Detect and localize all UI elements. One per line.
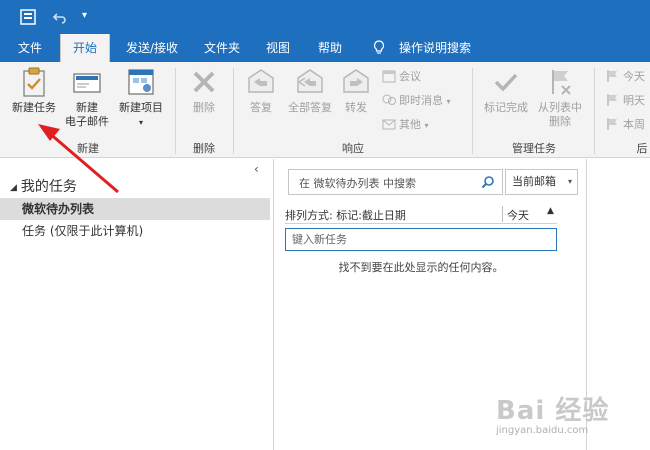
flag-icon [606, 93, 620, 107]
tab-home[interactable]: 开始 [60, 34, 110, 62]
chevron-down-icon: ▾ [424, 121, 429, 130]
watermark-brand: Bai 经验 [496, 396, 610, 426]
flag-remove-icon [544, 66, 576, 98]
search-scope-dropdown[interactable]: 当前邮箱 ▾ [505, 169, 578, 195]
chat-icon [382, 93, 396, 107]
new-task-input[interactable]: 键入新任务 [285, 228, 557, 251]
followup-tomorrow-button[interactable]: 明天 [606, 92, 645, 110]
empty-list-message: 找不到要在此处显示的任何内容。 [338, 261, 504, 274]
remove-from-list-button[interactable]: 从列表中 删除 [532, 66, 588, 129]
reply-button[interactable]: 答复 [238, 66, 284, 115]
followup-today-button[interactable]: 今天 [606, 68, 645, 86]
my-tasks-header[interactable]: ◢ 我的任务 [10, 176, 77, 196]
forward-icon [340, 66, 372, 98]
sort-label[interactable]: 排列方式: 标记:截止日期 [285, 207, 406, 223]
app-icon[interactable] [20, 9, 36, 29]
new-items-button[interactable]: 新建项目 ▾ [112, 66, 170, 130]
nav-item-microsoft-todo[interactable]: 微软待办列表 [0, 198, 270, 220]
sort-divider [502, 206, 503, 222]
group-label-new: 新建 [77, 142, 99, 155]
search-input[interactable]: 在 微软待办列表 中搜索 [288, 169, 503, 195]
checkmark-icon [490, 66, 522, 98]
customize-icon[interactable]: ▾ [82, 9, 87, 23]
group-label-followup: 后 [636, 142, 648, 155]
followup-this-week-button[interactable]: 本周 [606, 116, 645, 134]
more-envelope-icon [382, 117, 396, 131]
collapse-pane-button[interactable]: ‹ [254, 162, 259, 176]
reply-icon [245, 66, 277, 98]
ribbon: 新建任务 新建 电子邮件 新建项目 ▾ 新建 删除 删除 答复 全部答复 转发 … [0, 62, 650, 158]
tell-me-search[interactable]: 操作说明搜索 [392, 34, 478, 62]
ribbon-tabs: 文件 开始 发送/接收 文件夹 视图 帮助 操作说明搜索 [0, 34, 650, 62]
group-divider [594, 68, 595, 154]
expand-triangle-icon: ◢ [10, 183, 17, 193]
search-icon[interactable] [481, 175, 495, 189]
forward-button[interactable]: 转发 [336, 66, 376, 115]
tab-folder[interactable]: 文件夹 [196, 34, 248, 62]
group-divider [472, 68, 473, 154]
undo-icon[interactable] [52, 9, 68, 29]
flag-icon [606, 69, 620, 83]
chevron-down-icon: ▾ [567, 177, 572, 186]
group-divider [233, 68, 234, 154]
sort-value[interactable]: 今天 [507, 207, 529, 223]
chevron-down-icon: ▾ [138, 118, 143, 127]
tab-file[interactable]: 文件 [6, 34, 54, 62]
tab-help[interactable]: 帮助 [308, 34, 352, 62]
sort-bar[interactable]: 排列方式: 标记:截止日期 今天 ▲ [285, 206, 557, 224]
more-respond-button[interactable]: 其他 ▾ [382, 116, 429, 134]
instant-message-button[interactable]: 即时消息 ▾ [382, 92, 451, 110]
tab-send-receive[interactable]: 发送/接收 [118, 34, 186, 62]
reply-all-icon [294, 66, 326, 98]
search-placeholder: 在 微软待办列表 中搜索 [299, 177, 416, 190]
group-divider [175, 68, 176, 154]
sort-ascending-icon[interactable]: ▲ [547, 206, 554, 216]
new-items-icon [125, 66, 157, 98]
group-label-manage-tasks: 管理任务 [512, 142, 556, 155]
flag-icon [606, 117, 620, 131]
new-task-button[interactable]: 新建任务 [4, 66, 64, 115]
reply-all-button[interactable]: 全部答复 [284, 66, 336, 115]
calendar-icon [382, 69, 396, 83]
lightbulb-icon [368, 34, 390, 62]
group-label-respond: 响应 [342, 142, 364, 155]
tab-view[interactable]: 视图 [256, 34, 300, 62]
watermark: Bai 经验 jingyan.baidu.com [496, 390, 609, 436]
chevron-down-icon: ▾ [446, 97, 451, 106]
nav-item-local-tasks[interactable]: 任务 (仅限于此计算机) [0, 220, 270, 242]
clipboard-task-icon [18, 66, 50, 98]
title-bar: ▾ [0, 0, 650, 34]
delete-x-icon [188, 66, 220, 98]
delete-button[interactable]: 删除 [180, 66, 228, 115]
mark-complete-button[interactable]: 标记完成 [478, 66, 534, 115]
envelope-icon [71, 66, 103, 98]
new-email-button[interactable]: 新建 电子邮件 [62, 66, 112, 129]
group-label-delete: 删除 [193, 142, 215, 155]
meeting-button[interactable]: 会议 [382, 68, 421, 86]
